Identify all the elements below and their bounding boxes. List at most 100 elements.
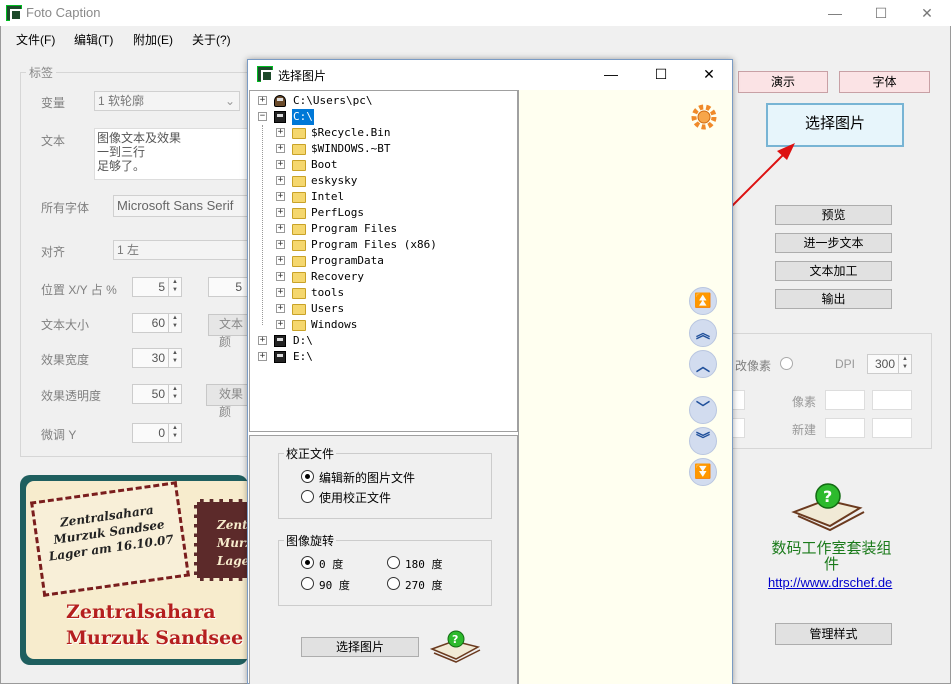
menu-file[interactable]: 文件(F)	[16, 31, 55, 48]
expand-icon[interactable]: +	[276, 192, 285, 201]
tree-folder-item[interactable]: + Recovery	[250, 269, 516, 285]
caption-textarea[interactable]: 图像文本及效果 一到三行 足够了。	[94, 128, 254, 180]
menu-extra[interactable]: 附加(E)	[133, 31, 173, 48]
page-up-button[interactable]: ︽	[689, 319, 717, 347]
folder-icon	[292, 272, 306, 283]
dialog-maximize-button[interactable]: ☐	[638, 60, 684, 88]
expand-icon[interactable]: +	[276, 256, 285, 265]
preview-button[interactable]: 预览	[775, 205, 892, 225]
demo-button[interactable]: 演示	[738, 71, 828, 93]
expand-icon[interactable]: +	[276, 144, 285, 153]
folder-tree[interactable]: + C:\Users\pc\ − C:\ + $Recycle.Bin + $WINDOWS.…	[249, 90, 518, 432]
size-spinner[interactable]: 60 ▲ ▼	[132, 313, 182, 333]
tree-folder-item[interactable]: + ProgramData	[250, 253, 516, 269]
menu-about[interactable]: 关于(?)	[192, 31, 231, 48]
pos-x-spinner[interactable]: 5 ▲ ▼	[132, 277, 182, 297]
tree-folder-item[interactable]: + Intel	[250, 189, 516, 205]
expand-icon[interactable]: +	[276, 272, 285, 281]
website-link[interactable]: http://www.drschef.de	[768, 575, 892, 590]
tree-item-label: Program Files	[311, 222, 398, 235]
size-label: 文本大小	[41, 318, 90, 332]
text-color-button[interactable]: 文本颜	[208, 314, 250, 349]
tree-user-item[interactable]: + C:\Users\pc\	[250, 93, 516, 109]
edit-new-radio[interactable]	[301, 470, 314, 483]
expand-icon[interactable]: +	[276, 288, 285, 297]
scroll-top-button[interactable]: ⏫	[689, 287, 717, 315]
pos-x-value: 5	[158, 280, 165, 294]
expand-icon[interactable]: +	[258, 336, 267, 345]
rotate-270-radio[interactable]	[387, 577, 400, 590]
rotate-0-radio[interactable]	[301, 556, 314, 569]
rotate-180-radio[interactable]	[387, 556, 400, 569]
text-process-button[interactable]: 文本加工	[775, 261, 892, 281]
tree-drive-item[interactable]: − C:\	[250, 109, 516, 125]
dialog-close-button[interactable]: ✕	[686, 60, 732, 88]
caption-line-2: 一到三行	[97, 145, 146, 159]
pixel-width-field[interactable]	[825, 390, 865, 410]
tree-folder-item[interactable]: + Boot	[250, 157, 516, 173]
close-button[interactable]: ✕	[904, 0, 950, 26]
effect-opacity-spinner[interactable]: 50 ▲ ▼	[132, 384, 182, 404]
rotate-0-label: 0 度	[319, 558, 344, 571]
scroll-bottom-button[interactable]: ⏬	[689, 458, 717, 486]
font-select[interactable]: Microsoft Sans Serif	[113, 195, 253, 217]
rotation-title: 图像旋转	[284, 532, 337, 549]
menu-edit[interactable]: 编辑(T)	[74, 31, 113, 48]
manage-style-button[interactable]: 管理样式	[775, 623, 892, 645]
height-field[interactable]	[733, 418, 745, 438]
fine-y-spinner[interactable]: 0 ▲ ▼	[132, 423, 182, 443]
folder-icon	[292, 192, 306, 203]
tree-drive-item[interactable]: + E:\	[250, 349, 516, 365]
pos-y-spinner[interactable]: 5	[208, 277, 248, 297]
variant-select[interactable]: 1 软轮廓 ⌄	[94, 91, 240, 111]
tree-folder-item[interactable]: + PerfLogs	[250, 205, 516, 221]
resize-radio[interactable]	[780, 357, 793, 370]
effect-width-spinner[interactable]: 30 ▲ ▼	[132, 348, 182, 368]
expand-icon[interactable]: +	[276, 208, 285, 217]
expand-icon[interactable]: +	[276, 240, 285, 249]
tree-folder-item[interactable]: + Windows	[250, 317, 516, 333]
font-button[interactable]: 字体	[839, 71, 930, 93]
new-height-field[interactable]	[872, 418, 912, 438]
new-width-field[interactable]	[825, 418, 865, 438]
expand-icon[interactable]: +	[276, 304, 285, 313]
expand-icon[interactable]: +	[276, 160, 285, 169]
fine-y-value: 0	[158, 426, 165, 440]
rotate-90-radio[interactable]	[301, 577, 314, 590]
rotate-180-label: 180 度	[405, 558, 443, 571]
pixel-height-field[interactable]	[872, 390, 912, 410]
tree-folder-item[interactable]: + eskysky	[250, 173, 516, 189]
tree-folder-item[interactable]: + Users	[250, 301, 516, 317]
select-image-button[interactable]: 选择图片	[766, 103, 904, 147]
more-text-button[interactable]: 进一步文本	[775, 233, 892, 253]
minimize-button[interactable]: —	[812, 0, 858, 26]
tree-item-label: C:\	[292, 109, 314, 125]
dialog-minimize-button[interactable]: —	[588, 60, 634, 88]
tree-folder-item[interactable]: + Program Files (x86)	[250, 237, 516, 253]
line-down-button[interactable]: ﹀	[689, 396, 717, 424]
dialog-select-image-button[interactable]: 选择图片	[301, 637, 419, 657]
tree-folder-item[interactable]: + Program Files	[250, 221, 516, 237]
tree-folder-item[interactable]: + tools	[250, 285, 516, 301]
width-field[interactable]	[733, 390, 745, 410]
tree-folder-item[interactable]: + $WINDOWS.~BT	[250, 141, 516, 157]
expand-icon[interactable]: +	[276, 224, 285, 233]
expand-icon[interactable]: +	[258, 352, 267, 361]
expand-icon[interactable]: +	[258, 96, 267, 105]
output-button[interactable]: 输出	[775, 289, 892, 309]
dpi-spinner[interactable]: 300 ▲ ▼	[867, 354, 912, 374]
align-select[interactable]: 1 左	[113, 240, 253, 260]
tree-drive-item[interactable]: + D:\	[250, 333, 516, 349]
collapse-icon[interactable]: −	[258, 112, 267, 121]
maximize-button[interactable]: ☐	[858, 0, 904, 26]
effect-color-button[interactable]: 效果颜	[206, 384, 250, 419]
use-correction-radio[interactable]	[301, 490, 314, 503]
tree-folder-item[interactable]: + $Recycle.Bin	[250, 125, 516, 141]
line-up-button[interactable]: ︿	[689, 350, 717, 378]
page-down-button[interactable]: ︾	[689, 427, 717, 455]
expand-icon[interactable]: +	[276, 128, 285, 137]
expand-icon[interactable]: +	[276, 176, 285, 185]
effect-opacity-value: 50	[151, 387, 165, 401]
expand-icon[interactable]: +	[276, 320, 285, 329]
settings-gear-icon[interactable]	[689, 102, 719, 132]
